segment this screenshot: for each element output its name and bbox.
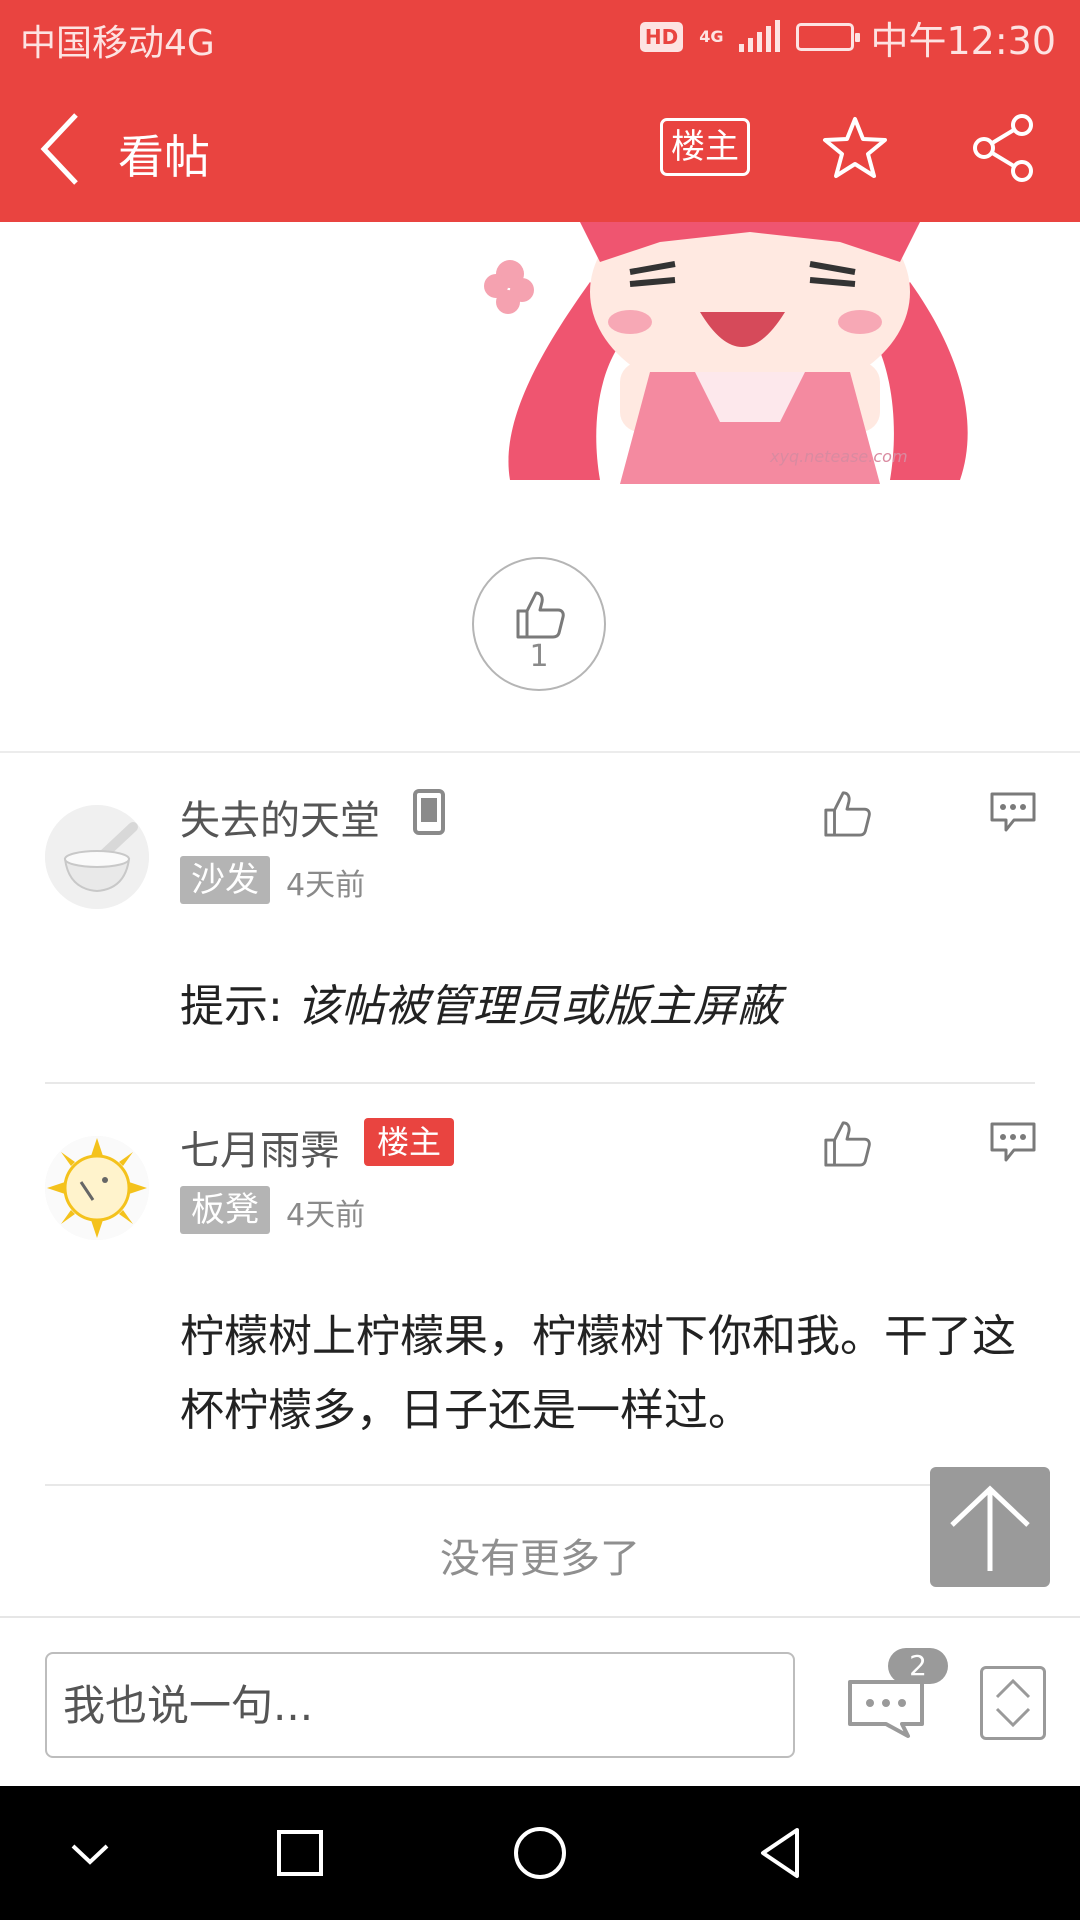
divider (0, 751, 1080, 753)
thumbs-up-icon[interactable] (822, 788, 872, 838)
chevron-up-down-icon (995, 1678, 1031, 1728)
svg-text:xyq.netease.com: xyq.netease.com (769, 447, 908, 466)
post-like-count: 1 (529, 639, 549, 674)
divider (45, 1484, 1035, 1486)
owner-badge: 楼主 (364, 1118, 454, 1166)
share-icon (973, 114, 1033, 182)
sun-character-icon (45, 1136, 149, 1240)
status-icons: HD 4G 中午12:30 (639, 12, 1056, 63)
star-outline-icon (823, 117, 887, 178)
comment-icon[interactable] (988, 790, 1038, 834)
carrier-label: 中国移动4G (20, 23, 215, 64)
app-header: 看帖 楼主 (0, 75, 1080, 222)
floor-tag: 板凳 (180, 1186, 270, 1234)
chevron-left-icon (40, 113, 78, 185)
nav-hide-button[interactable] (55, 1818, 125, 1888)
mortar-pestle-icon (45, 805, 149, 909)
hint-text: 该帖被管理员或版主屏蔽 (296, 981, 781, 1032)
reply-bar: 2 (0, 1616, 1080, 1786)
page-title: 看帖 (118, 130, 210, 184)
thumbs-up-icon (516, 591, 565, 639)
favorite-button[interactable] (822, 115, 888, 181)
signal-icon (739, 20, 781, 52)
system-nav-bar (0, 1786, 1080, 1920)
post-time: 4天前 (286, 868, 366, 903)
only-owner-button[interactable]: 楼主 (660, 118, 750, 176)
back-button[interactable] (36, 109, 84, 189)
nav-back-button[interactable] (745, 1818, 815, 1888)
avatar[interactable] (45, 1136, 149, 1240)
back-to-top-button[interactable] (930, 1467, 1050, 1587)
reply-content: 柠檬树上柠檬果，柠檬树下你和我。干了这杯柠檬多，日子还是一样过。 (180, 1311, 1016, 1436)
chevron-down-icon (71, 1844, 109, 1865)
clock: 中午12:30 (870, 18, 1056, 63)
battery-icon (796, 23, 861, 51)
floor-jump-button[interactable] (980, 1666, 1046, 1740)
floor-tag: 沙发 (180, 856, 270, 904)
phone-icon (413, 789, 445, 835)
no-more-label: 没有更多了 (440, 1536, 640, 1582)
arrow-up-icon (950, 1485, 1030, 1571)
network-type: 4G (699, 27, 724, 46)
post-time: 4天前 (286, 1198, 366, 1233)
status-bar: 中国移动4G HD 4G 中午12:30 (0, 0, 1080, 75)
comment-icon[interactable] (988, 1120, 1038, 1164)
hd-icon: HD (639, 22, 684, 52)
square-icon (277, 1830, 323, 1876)
share-button[interactable] (970, 113, 1036, 183)
circle-icon (514, 1827, 566, 1879)
post-like-button[interactable]: 1 (472, 557, 606, 691)
divider (45, 1082, 1035, 1084)
comment-count-badge: 2 (888, 1648, 948, 1684)
nav-home-button[interactable] (505, 1818, 575, 1888)
reply-content: 提示: 该帖被管理员或版主屏蔽 (180, 970, 1020, 1044)
thumbs-up-icon[interactable] (822, 1118, 872, 1168)
username[interactable]: 七月雨霁 (180, 1118, 340, 1176)
username[interactable]: 失去的天堂 (180, 788, 380, 846)
triangle-back-icon (761, 1828, 799, 1878)
reply-input[interactable] (45, 1652, 795, 1758)
hint-label: 提示: (180, 981, 297, 1032)
post-image[interactable]: xyq.netease.com (480, 222, 1020, 484)
nav-recents-button[interactable] (265, 1818, 335, 1888)
avatar[interactable] (45, 805, 149, 909)
